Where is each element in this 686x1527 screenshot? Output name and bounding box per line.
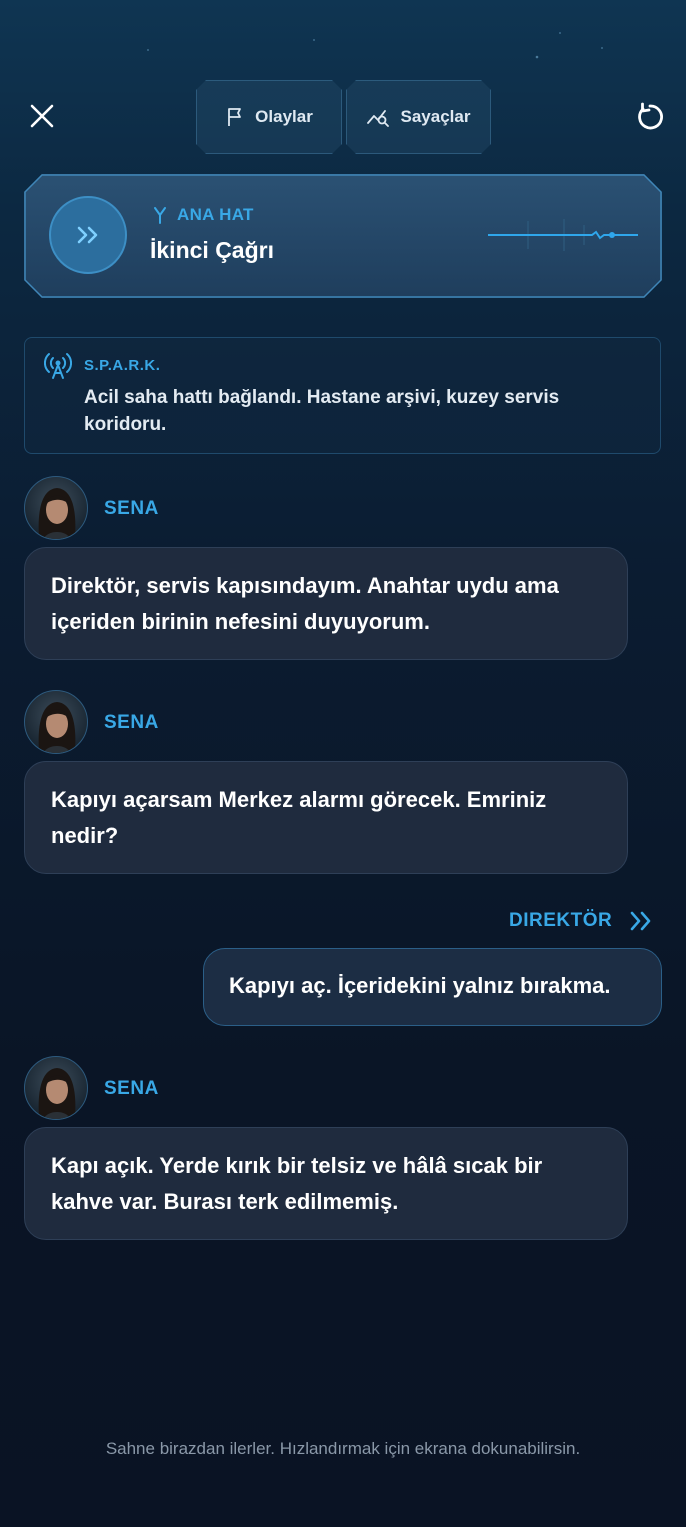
speaker-name: SENA <box>104 712 159 733</box>
tab-sayaclar[interactable]: Sayaçlar <box>346 80 491 154</box>
line-title: İkinci Çağrı <box>150 237 274 263</box>
line-indicator <box>49 196 127 274</box>
branch-icon <box>154 207 166 224</box>
player-speaker: DIREKTÖR <box>509 910 654 932</box>
speaker-name: DIREKTÖR <box>509 910 613 931</box>
speaker-name: SENA <box>104 1078 159 1099</box>
line-tag-label: ANA HAT <box>177 205 254 224</box>
speaker-name: SENA <box>104 498 159 519</box>
line-tag: ANA HAT <box>152 205 254 225</box>
spark-text: Acil saha hattı bağlandı. Hastane arşivi… <box>84 387 560 435</box>
close-icon <box>30 104 54 128</box>
message-bubble-player: Kapıyı aç. İçeridekini yalnız bırakma. <box>203 948 662 1026</box>
avatar <box>24 1056 88 1120</box>
tab-olaylar-label: Olaylar <box>255 107 313 126</box>
radio-antenna-icon <box>44 353 72 379</box>
signal-wave <box>488 219 638 251</box>
message-bubble: Direktör, servis kapısındayım. Anahtar u… <box>24 547 628 660</box>
message-bubble: Kapıyı açarsam Merkez alarmı görecek. Em… <box>24 761 628 874</box>
tab-sayaclar-label: Sayaçlar <box>400 107 471 126</box>
chart-search-icon <box>367 107 391 127</box>
avatar <box>24 476 88 540</box>
message-bubble: Kapı açık. Yerde kırık bir telsiz ve hâl… <box>24 1127 628 1240</box>
flag-icon <box>225 107 245 127</box>
close-button[interactable] <box>22 96 62 136</box>
double-chevron-right-icon <box>77 226 98 244</box>
sena-portrait <box>38 488 76 539</box>
skip-hint[interactable]: Sahne birazdan ilerler. Hızlandırmak içi… <box>0 1439 686 1459</box>
restart-button[interactable] <box>628 96 670 138</box>
avatar <box>24 690 88 754</box>
restart-icon <box>638 102 663 130</box>
spark-name: S.P.A.R.K. <box>84 357 161 374</box>
sena-portrait <box>38 702 76 753</box>
tab-olaylar[interactable]: Olaylar <box>196 80 342 154</box>
double-chevron-right-icon <box>630 911 651 931</box>
background-particles <box>147 32 603 59</box>
sena-portrait <box>38 1068 76 1119</box>
